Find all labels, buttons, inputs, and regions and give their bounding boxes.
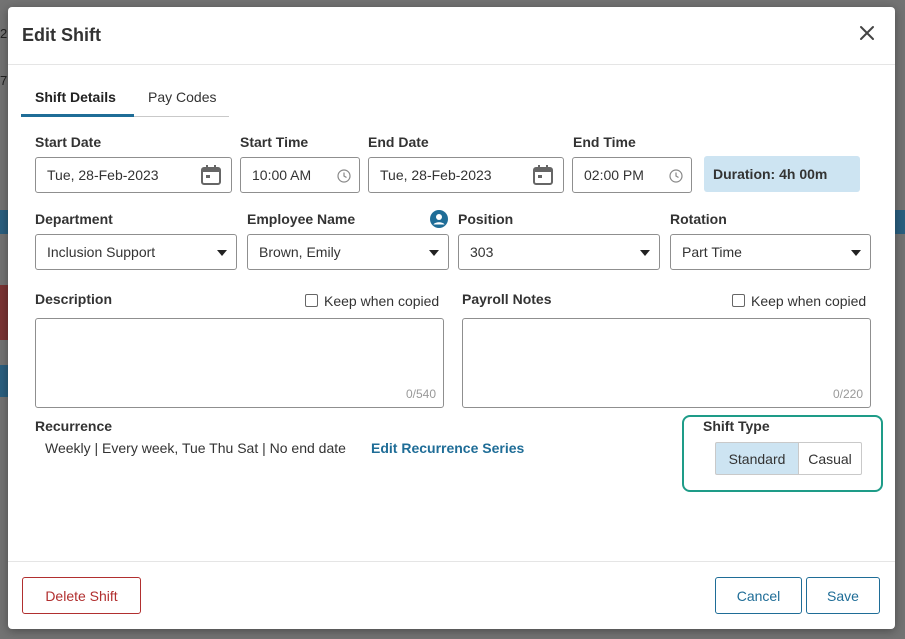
rotation-value: Part Time bbox=[682, 244, 742, 260]
shift-type-label: Shift Type bbox=[703, 418, 770, 434]
employee-name-label: Employee Name bbox=[247, 211, 356, 227]
background-event-block bbox=[0, 285, 8, 340]
chevron-down-icon bbox=[640, 250, 650, 256]
recurrence-summary: Weekly | Every week, Tue Thu Sat | No en… bbox=[45, 440, 346, 456]
chevron-down-icon bbox=[217, 250, 227, 256]
payroll-notes-keep-label: Keep when copied bbox=[751, 293, 867, 309]
edit-shift-dialog: Edit Shift Shift Details Pay Codes Start… bbox=[8, 7, 895, 629]
description-label: Description bbox=[35, 291, 113, 307]
rotation-label: Rotation bbox=[670, 211, 727, 227]
position-label: Position bbox=[458, 211, 514, 227]
calendar-icon[interactable] bbox=[200, 164, 222, 186]
cancel-button[interactable]: Cancel bbox=[715, 577, 802, 614]
calendar-icon[interactable] bbox=[532, 164, 554, 186]
tab-shift-details[interactable]: Shift Details bbox=[35, 89, 116, 105]
clock-icon[interactable] bbox=[669, 169, 683, 183]
active-tab-indicator bbox=[21, 114, 134, 117]
background-event-block bbox=[895, 210, 905, 234]
save-label: Save bbox=[827, 588, 859, 604]
chevron-down-icon bbox=[429, 250, 439, 256]
department-label: Department bbox=[35, 211, 113, 227]
background-event-block bbox=[0, 210, 8, 234]
recurrence-label: Recurrence bbox=[35, 418, 113, 434]
cancel-label: Cancel bbox=[736, 588, 781, 604]
person-icon[interactable] bbox=[430, 210, 448, 228]
delete-shift-button[interactable]: Delete Shift bbox=[22, 577, 141, 614]
position-value: 303 bbox=[470, 244, 494, 260]
background-event-block bbox=[0, 365, 8, 397]
duration-badge: Duration: 4h 00m bbox=[704, 156, 860, 192]
description-keep-checkbox[interactable] bbox=[305, 294, 318, 307]
delete-shift-label: Delete Shift bbox=[45, 588, 118, 604]
end-date-field[interactable]: Tue, 28-Feb-2023 bbox=[368, 157, 564, 193]
end-date-value: Tue, 28-Feb-2023 bbox=[380, 167, 492, 183]
start-time-field[interactable]: 10:00 AM bbox=[240, 157, 360, 193]
description-textarea[interactable]: 0/540 bbox=[35, 318, 444, 408]
payroll-notes-label: Payroll Notes bbox=[462, 291, 552, 307]
department-select[interactable]: Inclusion Support bbox=[35, 234, 237, 270]
end-time-label: End Time bbox=[573, 134, 636, 150]
footer-divider bbox=[8, 561, 895, 562]
chevron-down-icon bbox=[851, 250, 861, 256]
tab-pay-codes[interactable]: Pay Codes bbox=[148, 89, 216, 105]
start-date-label: Start Date bbox=[35, 134, 102, 150]
background-fragment: 7 bbox=[0, 73, 8, 88]
description-counter: 0/540 bbox=[405, 387, 436, 401]
end-date-label: End Date bbox=[368, 134, 429, 150]
employee-name-value: Brown, Emily bbox=[259, 244, 341, 260]
start-time-label: Start Time bbox=[240, 134, 309, 150]
employee-name-select[interactable]: Brown, Emily bbox=[247, 234, 449, 270]
shift-type-standard-label: Standard bbox=[728, 451, 786, 467]
start-date-value: Tue, 28-Feb-2023 bbox=[47, 167, 159, 183]
position-select[interactable]: 303 bbox=[458, 234, 660, 270]
payroll-notes-textarea[interactable]: 0/220 bbox=[462, 318, 871, 408]
shift-type-casual-label: Casual bbox=[808, 451, 852, 467]
start-date-field[interactable]: Tue, 28-Feb-2023 bbox=[35, 157, 232, 193]
shift-type-casual-button[interactable]: Casual bbox=[798, 442, 862, 475]
close-icon[interactable] bbox=[857, 22, 877, 44]
payroll-notes-keep-checkbox[interactable] bbox=[732, 294, 745, 307]
dialog-title: Edit Shift bbox=[22, 25, 101, 45]
payroll-notes-counter: 0/220 bbox=[832, 387, 863, 401]
duration-text: Duration: 4h 00m bbox=[713, 166, 828, 182]
department-value: Inclusion Support bbox=[47, 244, 156, 260]
dialog-header: Edit Shift bbox=[8, 7, 895, 65]
start-time-value: 10:00 AM bbox=[252, 167, 312, 183]
rotation-select[interactable]: Part Time bbox=[670, 234, 871, 270]
end-time-value: 02:00 PM bbox=[584, 167, 644, 183]
description-keep-label: Keep when copied bbox=[324, 293, 440, 309]
shift-type-standard-button[interactable]: Standard bbox=[715, 442, 798, 475]
background-fragment: 2 bbox=[0, 26, 8, 41]
end-time-field[interactable]: 02:00 PM bbox=[572, 157, 692, 193]
tab-bar: Shift Details Pay Codes bbox=[21, 81, 229, 117]
clock-icon[interactable] bbox=[337, 169, 351, 183]
save-button[interactable]: Save bbox=[806, 577, 880, 614]
edit-recurrence-link[interactable]: Edit Recurrence Series bbox=[371, 440, 524, 456]
